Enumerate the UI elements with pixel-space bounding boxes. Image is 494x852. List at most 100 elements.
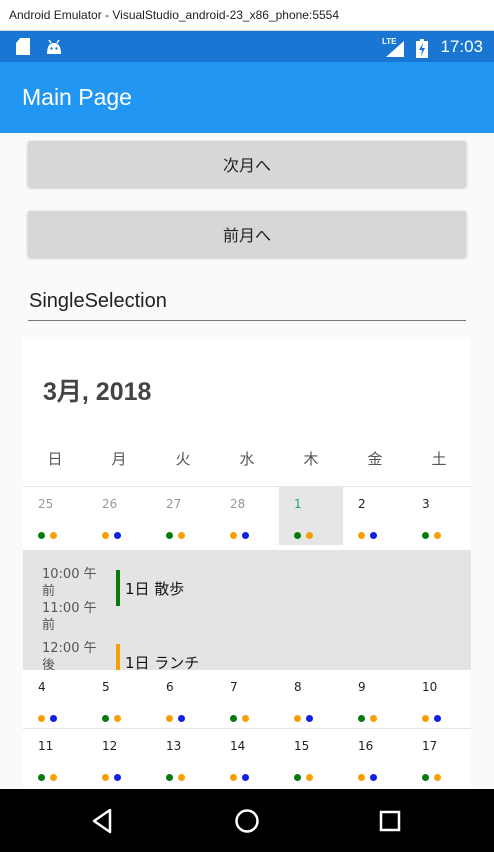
green-event-dot — [294, 774, 301, 781]
calendar-week-row: 25 26 27 28 1 2 3 — [23, 486, 471, 545]
day-number: 14 — [230, 739, 246, 753]
green-event-dot — [166, 532, 173, 539]
green-event-dot — [38, 774, 45, 781]
orange-event-dot — [230, 532, 237, 539]
calendar: 3月, 2018 日月火水木金土 25 26 27 28 1 2 3 4 5 6 7 8 9 10 11 12… — [23, 337, 471, 789]
green-event-dot — [422, 532, 429, 539]
calendar-day-cell[interactable]: 8 — [279, 670, 343, 728]
event-dots — [102, 532, 121, 540]
event-dots — [422, 774, 441, 782]
sd-card-icon — [16, 38, 30, 55]
day-number: 11 — [38, 739, 54, 753]
event-item[interactable]: 10:00 午前 11:00 午前 1日 散歩 — [23, 566, 471, 633]
event-color-bar — [116, 644, 120, 670]
calendar-day-cell[interactable]: 28 — [215, 487, 279, 545]
calendar-day-cell[interactable]: 17 — [407, 729, 471, 787]
green-event-dot — [38, 532, 45, 539]
calendar-day-cell[interactable]: 9 — [343, 670, 407, 728]
orange-event-dot — [178, 774, 185, 781]
emulator-window: Android Emulator - VisualStudio_android-… — [0, 0, 494, 852]
prev-month-button[interactable]: 前月へ — [28, 211, 466, 257]
event-dots — [422, 532, 441, 540]
calendar-day-cell[interactable]: 13 — [151, 729, 215, 787]
event-start-time: 12:00 午後 — [42, 641, 97, 670]
calendar-day-cell[interactable]: 16 — [343, 729, 407, 787]
green-event-dot — [358, 715, 365, 722]
orange-event-dot — [166, 715, 173, 722]
orange-event-dot — [358, 774, 365, 781]
page-title: Main Page — [22, 84, 132, 110]
window-title-bar: Android Emulator - VisualStudio_android-… — [0, 0, 494, 31]
calendar-day-cell[interactable]: 6 — [151, 670, 215, 728]
calendar-day-cell[interactable]: 2 — [343, 487, 407, 545]
event-dots — [38, 715, 57, 723]
calendar-day-cell[interactable]: 10 — [407, 670, 471, 728]
orange-event-dot — [434, 532, 441, 539]
orange-event-dot — [230, 774, 237, 781]
event-dots — [358, 532, 377, 540]
green-event-dot — [102, 715, 109, 722]
event-dots — [166, 774, 185, 782]
status-clock: 17:03 — [440, 37, 483, 56]
day-number: 15 — [294, 739, 310, 753]
calendar-day-cell[interactable]: 14 — [215, 729, 279, 787]
calendar-week-row: 11 12 13 14 15 16 17 — [23, 728, 471, 786]
weekday-header: 日月火水木金土 — [23, 448, 471, 472]
event-dots — [358, 774, 377, 782]
orange-event-dot — [358, 532, 365, 539]
event-dots — [166, 532, 185, 540]
calendar-day-cell[interactable]: 7 — [215, 670, 279, 728]
orange-event-dot — [294, 715, 301, 722]
window-title: Android Emulator - VisualStudio_android-… — [9, 8, 340, 22]
event-dots — [102, 774, 121, 782]
app-bar: Main Page — [0, 62, 494, 133]
calendar-day-cell[interactable]: 11 — [23, 729, 87, 787]
home-icon[interactable] — [231, 805, 263, 837]
orange-event-dot — [306, 532, 313, 539]
next-month-button[interactable]: 次月へ — [28, 141, 466, 187]
day-number: 16 — [358, 739, 374, 753]
green-event-dot — [166, 774, 173, 781]
recents-icon[interactable] — [374, 805, 406, 837]
calendar-day-cell[interactable]: 27 — [151, 487, 215, 545]
calendar-day-cell[interactable]: 1 — [279, 487, 343, 545]
event-item[interactable]: 12:00 午後01:00 1日 ランチ — [23, 640, 471, 670]
event-time: 10:00 午前 11:00 午前 — [42, 566, 106, 634]
calendar-day-cell[interactable]: 3 — [407, 487, 471, 545]
day-number: 3 — [422, 497, 430, 511]
day-number: 10 — [422, 680, 438, 694]
event-dots — [166, 715, 185, 723]
event-list: 10:00 午前11:00 午前 1日 散歩 12:00 午後01:00 1日 ランチ — [23, 550, 471, 670]
blue-event-dot — [370, 532, 377, 539]
calendar-day-cell[interactable]: 15 — [279, 729, 343, 787]
day-number: 27 — [166, 497, 182, 511]
day-number: 7 — [230, 680, 238, 694]
day-number: 4 — [38, 680, 46, 694]
event-end-time: 11:00 午前 — [42, 601, 97, 633]
weekday-label: 土 — [431, 450, 447, 468]
event-dots — [102, 715, 121, 723]
selection-mode-input[interactable] — [28, 283, 466, 321]
calendar-day-cell[interactable]: 25 — [23, 487, 87, 545]
event-color-bar — [116, 570, 120, 606]
weekday-label: 水 — [239, 450, 255, 468]
event-dots — [358, 715, 377, 723]
battery-icon — [416, 39, 428, 58]
green-event-dot — [422, 774, 429, 781]
blue-event-dot — [306, 715, 313, 722]
event-dots — [38, 774, 57, 782]
signal-icon — [386, 41, 404, 57]
calendar-day-cell[interactable]: 12 — [87, 729, 151, 787]
calendar-day-cell[interactable]: 5 — [87, 670, 151, 728]
event-dots — [294, 774, 313, 782]
calendar-day-cell[interactable]: 4 — [23, 670, 87, 728]
day-number: 5 — [102, 680, 110, 694]
green-event-dot — [294, 532, 301, 539]
calendar-day-cell[interactable]: 26 — [87, 487, 151, 545]
orange-event-dot — [242, 715, 249, 722]
calendar-title: 3月, 2018 — [43, 378, 152, 406]
back-icon[interactable] — [86, 805, 118, 837]
event-title: 1日 ランチ — [125, 654, 200, 670]
blue-event-dot — [242, 532, 249, 539]
weekday-label: 火 — [175, 450, 191, 468]
